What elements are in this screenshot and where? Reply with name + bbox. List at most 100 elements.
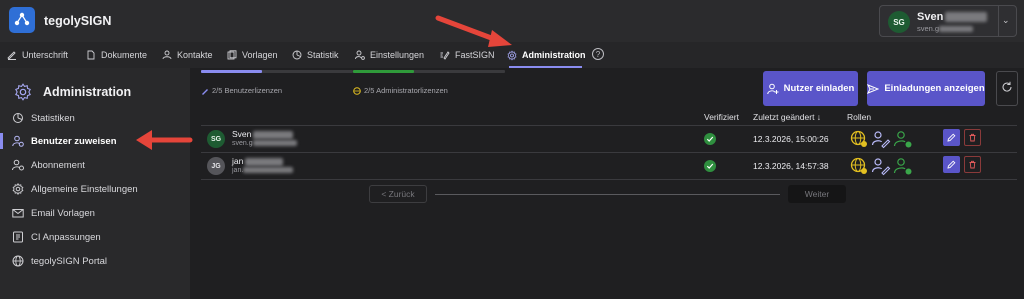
sidebar-item-label: tegolySIGN Portal — [31, 255, 108, 267]
nav-item-statistik[interactable]: Statistik — [292, 48, 339, 62]
statistics-icon — [292, 50, 302, 60]
role-signer-icon[interactable] — [871, 156, 891, 176]
previous-page-button[interactable]: < Zurück — [369, 185, 427, 203]
user-name: Sven — [917, 11, 988, 23]
assign-user-icon — [12, 135, 24, 147]
invite-user-button[interactable]: Nutzer einladen — [763, 71, 858, 106]
row-last-changed: 12.3.2026, 14:57:38 — [753, 161, 829, 171]
show-invitations-button[interactable]: Einladungen anzeigen — [867, 71, 985, 106]
active-indicator — [0, 133, 3, 149]
sidebar-item-abonnement[interactable]: Abonnement — [12, 157, 85, 173]
sidebar-item-label: Benutzer zuweisen — [31, 135, 117, 147]
row-user-name: jan — [232, 156, 284, 166]
role-user-admin-icon[interactable] — [893, 156, 913, 176]
main-navigation: Unterschrift Dokumente Kontakte Vorlagen… — [0, 42, 1024, 68]
fastsign-icon — [440, 50, 450, 60]
admin-license-fill — [353, 70, 414, 73]
nav-item-dokumente[interactable]: Dokumente — [86, 48, 147, 62]
redacted-email — [939, 26, 974, 33]
license-icon — [201, 87, 209, 95]
row-last-changed: 12.3.2026, 15:00:26 — [753, 134, 829, 144]
settings-icon — [12, 183, 24, 195]
divider — [201, 179, 1017, 180]
user-license-label: 2/5 Benutzerlizenzen — [201, 86, 282, 95]
send-invitation-icon — [867, 83, 880, 95]
nav-label: Kontakte — [177, 50, 213, 60]
next-page-button[interactable]: Weiter — [788, 185, 846, 203]
nav-item-fastsign[interactable]: FastSIGN — [440, 48, 495, 62]
redacted-surname — [245, 157, 284, 166]
row-name-text: jan — [232, 156, 244, 166]
nav-item-unterschrift[interactable]: Unterschrift — [7, 48, 68, 62]
nav-item-vorlagen[interactable]: Vorlagen — [227, 48, 278, 62]
sidebar-item-label: Email Vorlagen — [31, 207, 95, 219]
user-menu[interactable]: SG Sven sven.g ⌄ — [879, 5, 1017, 37]
nav-label: FastSIGN — [455, 50, 495, 60]
divider — [998, 6, 999, 36]
refresh-button[interactable] — [996, 71, 1018, 106]
document-icon — [86, 50, 96, 60]
redacted-surname — [253, 130, 294, 139]
row-user-name: Sven — [232, 129, 294, 139]
sidebar-item-statistiken[interactable]: Statistiken — [12, 110, 75, 126]
globe-icon — [12, 255, 24, 267]
sidebar-item-label: Allgemeine Einstellungen — [31, 183, 138, 195]
sidebar-item-tegolysign-portal[interactable]: tegolySIGN Portal — [12, 253, 107, 269]
nav-label: Statistik — [307, 50, 339, 60]
sidebar-item-ci-anpassungen[interactable]: CI Anpassungen — [12, 229, 101, 245]
row-name-text: Sven — [232, 129, 252, 139]
column-header-last-changed[interactable]: Zuletzt geändert ↓ — [753, 112, 821, 122]
nav-label: Unterschrift — [22, 50, 69, 60]
sidebar-item-benutzer-zuweisen[interactable]: Benutzer zuweisen — [12, 133, 117, 149]
nav-item-einstellungen[interactable]: Einstellungen — [355, 48, 424, 62]
redacted-email — [243, 167, 294, 174]
pagination-track — [435, 194, 780, 195]
user-license-bar — [201, 70, 353, 73]
row-email-text: jan. — [232, 167, 244, 174]
chevron-down-icon[interactable]: ⌄ — [1002, 15, 1010, 26]
contacts-icon — [162, 50, 172, 60]
help-icon[interactable]: ? — [592, 48, 604, 60]
nav-item-administration[interactable]: Administration — [507, 48, 586, 62]
delete-button[interactable] — [964, 129, 981, 146]
role-signer-icon[interactable] — [871, 129, 891, 149]
trash-icon — [968, 156, 977, 174]
role-globe-admin-icon[interactable] — [849, 156, 869, 176]
user-license-fill — [201, 70, 262, 73]
add-user-icon — [766, 83, 779, 95]
nav-item-kontakte[interactable]: Kontakte — [162, 48, 213, 62]
admin-license-label: 2/5 Administratorlizenzen — [353, 86, 448, 95]
delete-button[interactable] — [964, 156, 981, 173]
user-name-text: Sven — [917, 11, 944, 23]
user-license-text: 2/5 Benutzerlizenzen — [212, 86, 283, 95]
sidebar-item-allgemeine-einstellungen[interactable]: Allgemeine Einstellungen — [12, 181, 138, 197]
admin-license-icon — [353, 86, 361, 95]
table-row[interactable]: JG jan jan. 12.3.2026, 14:57:38 — [201, 152, 1017, 178]
role-globe-admin-icon[interactable] — [849, 129, 869, 149]
sidebar-item-email-vorlagen[interactable]: Email Vorlagen — [12, 205, 95, 221]
edit-button[interactable] — [943, 129, 960, 146]
templates-icon — [227, 50, 237, 60]
sidebar-item-label: Abonnement — [31, 159, 85, 171]
user-license-indicator: 2/5 Benutzerlizenzen — [201, 68, 361, 96]
pencil-icon — [947, 129, 956, 147]
avatar: JG — [207, 157, 225, 175]
sidebar-item-label: Statistiken — [31, 112, 75, 124]
email-icon — [12, 207, 24, 219]
verified-check-icon — [704, 133, 716, 145]
app-logo[interactable] — [9, 7, 35, 33]
user-email: sven.g — [917, 24, 974, 33]
table-row[interactable]: SG Sven sven.g 12.3.2026, 15:00:26 — [201, 125, 1017, 151]
column-header-verified[interactable]: Verifiziert — [704, 112, 739, 122]
ci-icon — [12, 231, 24, 243]
sidebar-title: Administration — [43, 85, 132, 99]
edit-button[interactable] — [943, 156, 960, 173]
refresh-icon — [1001, 80, 1013, 98]
gear-icon — [14, 83, 32, 101]
show-invitations-label: Einladungen anzeigen — [884, 83, 985, 94]
role-user-admin-icon[interactable] — [893, 129, 913, 149]
top-bar: tegolySIGN SG Sven sven.g ⌄ — [0, 0, 1024, 42]
row-user-email: jan. — [232, 167, 294, 174]
avatar: SG — [207, 130, 225, 148]
invite-user-label: Nutzer einladen — [783, 83, 855, 94]
